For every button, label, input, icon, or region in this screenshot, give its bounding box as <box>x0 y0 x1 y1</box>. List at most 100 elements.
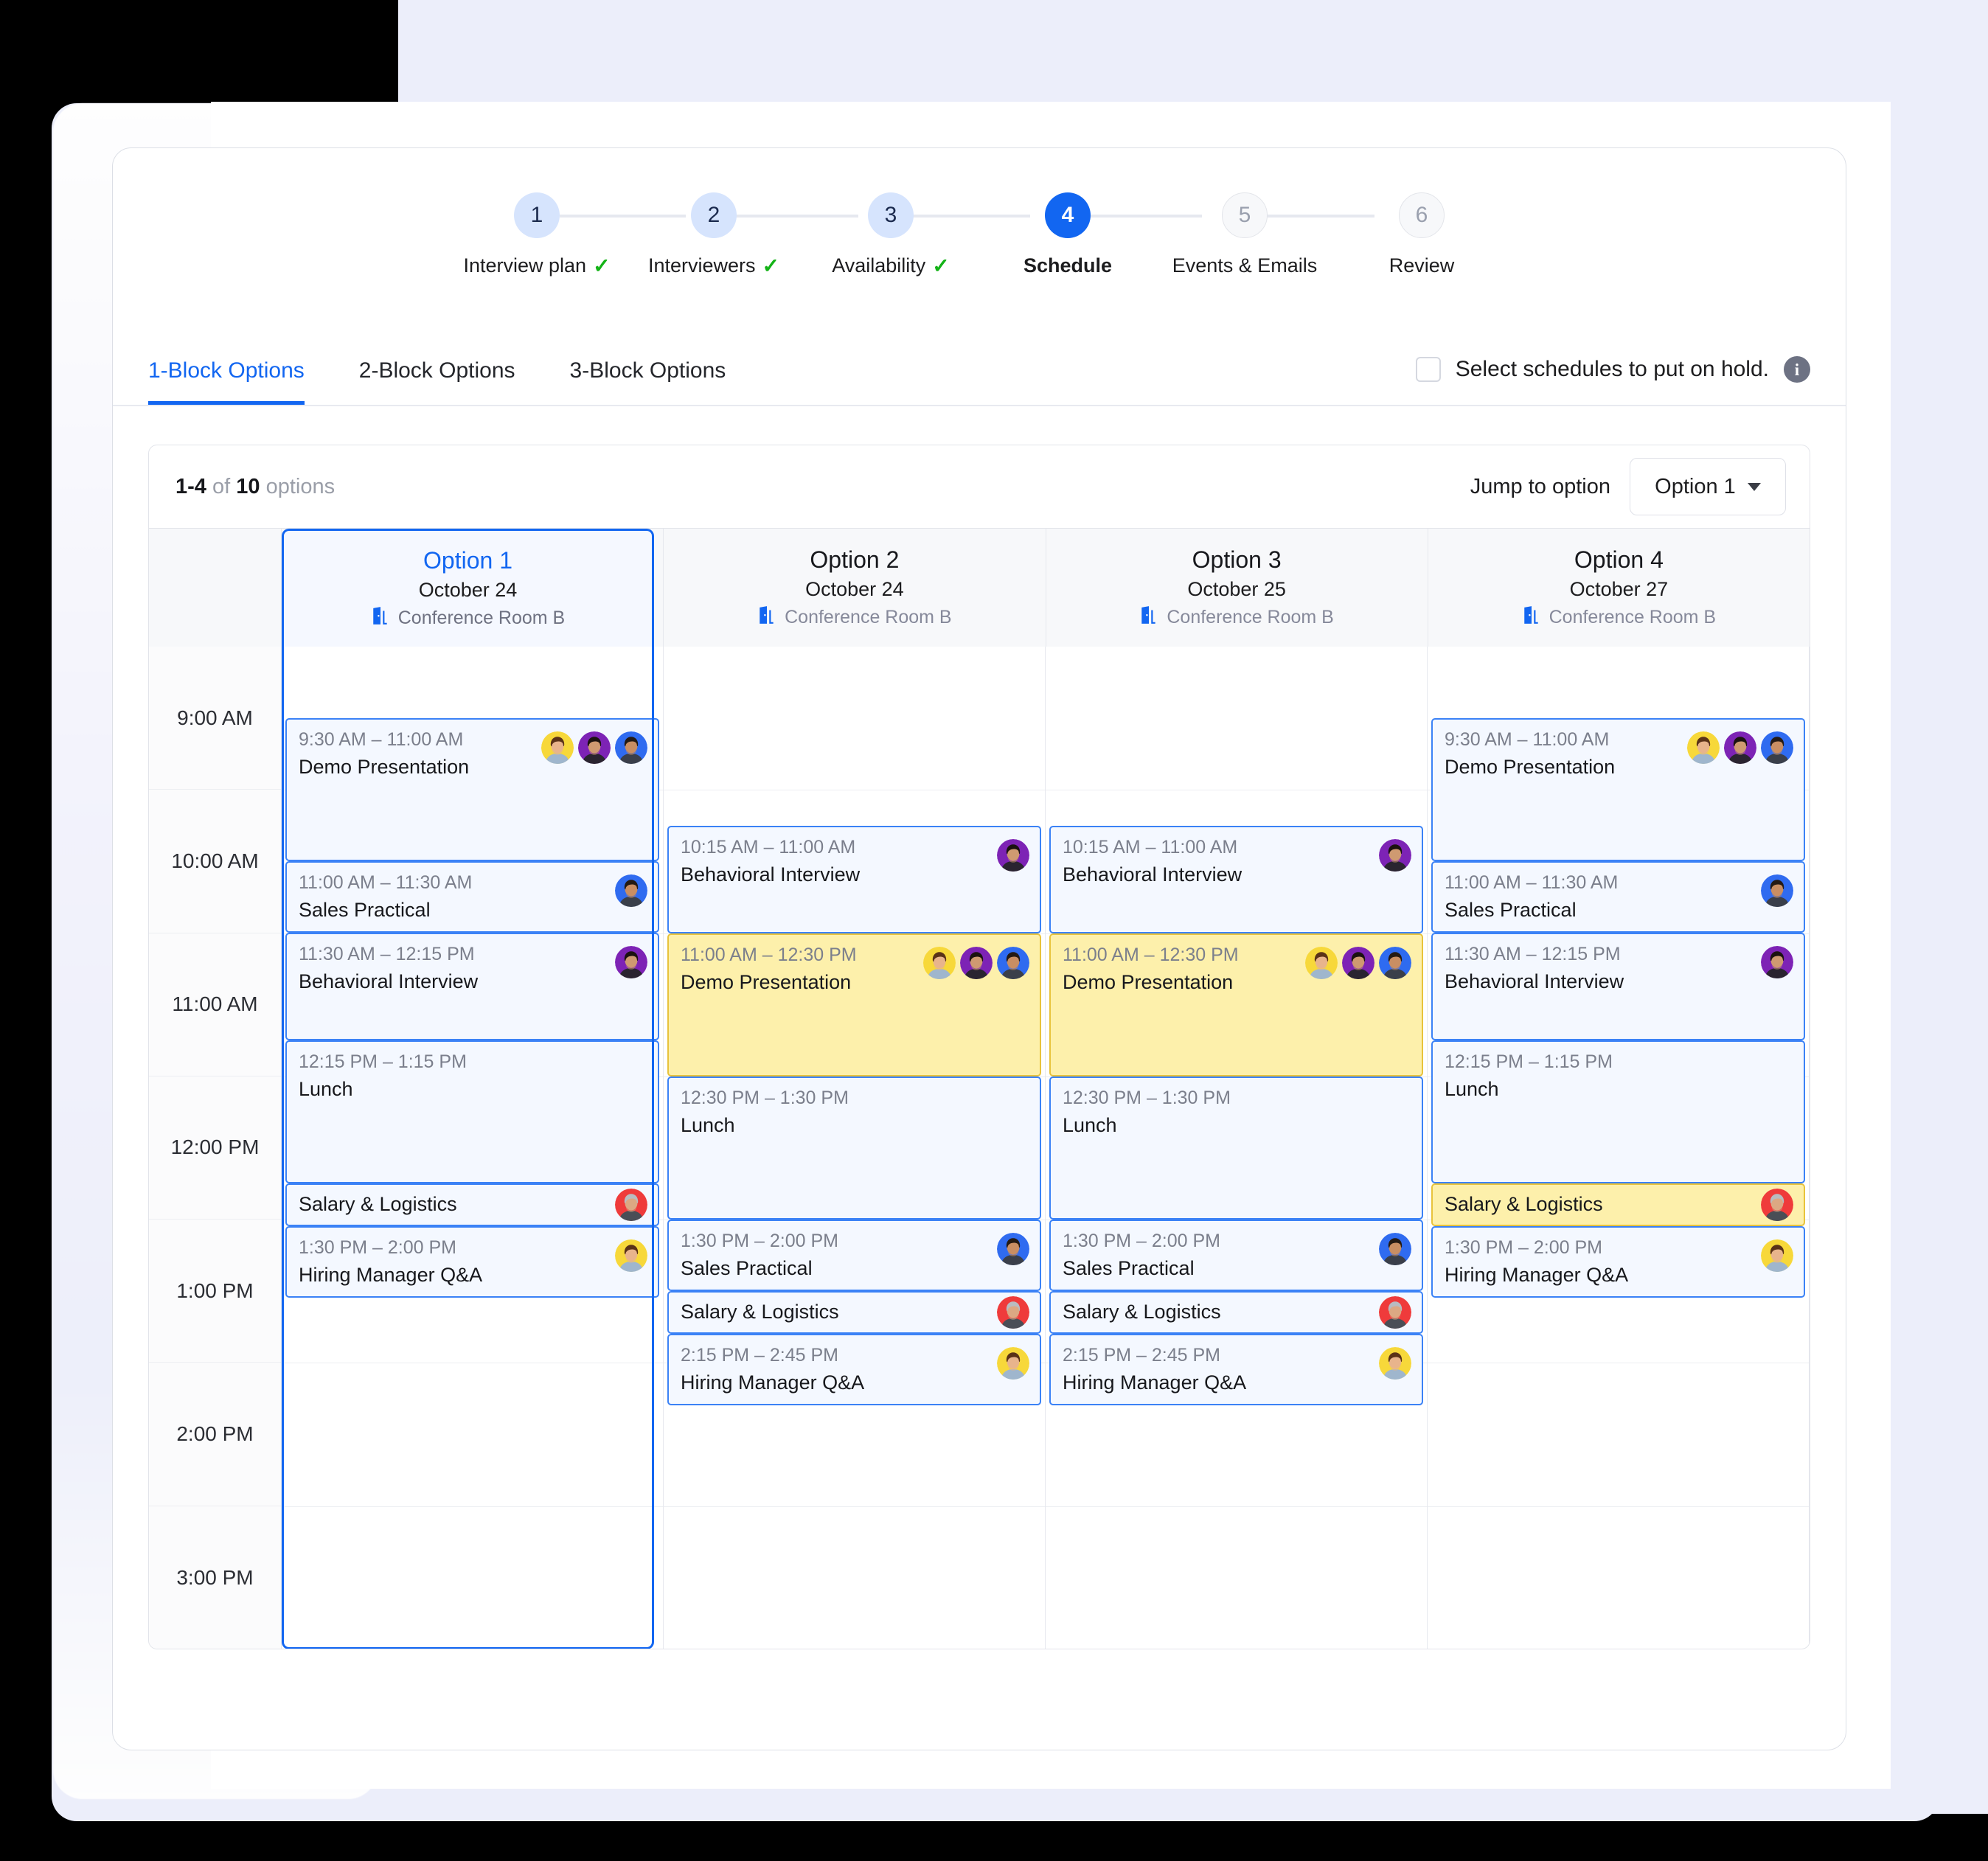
calendar-event[interactable]: 9:30 AM – 11:00 AM Demo Presentation <box>285 718 659 861</box>
avatar-purple <box>997 839 1029 872</box>
stepper-step-4[interactable]: 4 Schedule <box>994 192 1141 277</box>
stepper-label-2: Interviewers ✓ <box>648 254 779 277</box>
stepper-circle-2: 2 <box>691 192 737 238</box>
option-date: October 24 <box>418 579 518 601</box>
check-icon: ✓ <box>762 254 779 277</box>
avatar-blue <box>1379 1233 1411 1265</box>
jump-to-option-select[interactable]: Option 1 <box>1630 458 1786 515</box>
event-attendees <box>997 1296 1029 1329</box>
option-room-label: Conference Room B <box>1167 606 1334 627</box>
event-time: 12:15 PM – 1:15 PM <box>299 1051 467 1072</box>
avatar-blue <box>997 1233 1029 1265</box>
select-schedules-label: Select schedules to put on hold. <box>1455 357 1769 381</box>
avatar-blue <box>1761 874 1793 907</box>
event-time: 2:15 PM – 2:45 PM <box>1063 1345 1221 1366</box>
calendar-event[interactable]: 2:15 PM – 2:45 PM Hiring Manager Q&A <box>667 1334 1041 1405</box>
select-schedules-checkbox[interactable] <box>1415 357 1441 382</box>
time-label-2: 11:00 AM <box>149 933 281 1076</box>
avatar-purple <box>960 947 993 979</box>
calendar-event[interactable]: 11:00 AM – 12:30 PM Demo Presentation <box>1049 933 1423 1076</box>
calendar-event[interactable]: 10:15 AM – 11:00 AM Behavioral Interview <box>667 826 1041 933</box>
stepper-step-1[interactable]: 1 Interview plan ✓ <box>463 192 611 277</box>
stepper-label-4: Schedule <box>1023 254 1112 277</box>
schedule-calendar: Option 1October 24Conference Room BOptio… <box>149 528 1810 1649</box>
calendar-event[interactable]: Salary & Logistics <box>1431 1183 1805 1226</box>
calendar-event[interactable]: Salary & Logistics <box>667 1291 1041 1334</box>
stepper-step-3[interactable]: 3 Availability ✓ <box>817 192 965 277</box>
calendar-event[interactable]: 12:15 PM – 1:15 PM Lunch <box>285 1040 659 1183</box>
block-options-tabbar: 1-Block Options 2-Block Options 3-Block Op… <box>113 330 1846 406</box>
options-of: of <box>212 474 231 498</box>
stepper-label-text: Interviewers <box>647 254 756 276</box>
stepper-step-2[interactable]: 2 Interviewers ✓ <box>640 192 788 277</box>
calendar-event[interactable]: 11:30 AM – 12:15 PM Behavioral Interview <box>285 933 659 1040</box>
avatar-purple <box>615 946 647 978</box>
event-title: Behavioral Interview <box>1445 970 1624 993</box>
option-column-header-2[interactable]: Option 2 October 24 Conference Room B <box>664 529 1046 647</box>
event-attendees <box>1379 1347 1411 1380</box>
event-title: Lunch <box>299 1078 353 1101</box>
option-column-3[interactable]: 10:15 AM – 11:00 AM Behavioral Interview 1… <box>1046 647 1428 1649</box>
calendar-event[interactable]: 12:30 PM – 1:30 PM Lunch <box>667 1076 1041 1220</box>
event-time: 12:30 PM – 1:30 PM <box>1063 1088 1231 1108</box>
calendar-event[interactable]: 11:00 AM – 11:30 AM Sales Practical <box>285 861 659 933</box>
jump-to-option-group: Jump to option Option 1 <box>1470 458 1786 515</box>
event-title: Behavioral Interview <box>681 863 861 886</box>
calendar-event[interactable]: Salary & Logistics <box>285 1183 659 1226</box>
calendar-event[interactable]: 1:30 PM – 2:00 PM Hiring Manager Q&A <box>1431 1226 1805 1298</box>
event-title: Salary & Logistics <box>299 1193 457 1216</box>
option-column-1[interactable]: 9:30 AM – 11:00 AM Demo Presentation 11:00… <box>282 647 664 1649</box>
option-column-4[interactable]: 9:30 AM – 11:00 AM Demo Presentation 11:00… <box>1428 647 1810 1649</box>
avatar-red <box>997 1296 1029 1329</box>
event-title: Salary & Logistics <box>1063 1301 1221 1323</box>
jump-to-option-value: Option 1 <box>1655 474 1736 498</box>
option-column-header-4[interactable]: Option 4 October 27 Conference Room B <box>1428 529 1810 647</box>
stepper-label-text: Review <box>1389 254 1455 276</box>
calendar-event[interactable]: 1:30 PM – 2:00 PM Sales Practical <box>667 1220 1041 1291</box>
event-title: Behavioral Interview <box>1063 863 1242 886</box>
stepper-step-5[interactable]: 5 Events & Emails <box>1171 192 1318 277</box>
put-on-hold-control[interactable]: Select schedules to put on hold. i <box>1415 356 1810 383</box>
event-time: 10:15 AM – 11:00 AM <box>681 837 856 858</box>
event-attendees <box>1761 946 1793 978</box>
calendar-event[interactable]: Salary & Logistics <box>1049 1291 1423 1334</box>
option-date: October 27 <box>1569 577 1669 600</box>
options-panel-toolbar: 1-4 of 10 options Jump to option Option … <box>149 445 1810 528</box>
calendar-event[interactable]: 12:30 PM – 1:30 PM Lunch <box>1049 1076 1423 1220</box>
event-title: Lunch <box>681 1114 735 1137</box>
calendar-event[interactable]: 12:15 PM – 1:15 PM Lunch <box>1431 1040 1805 1183</box>
event-attendees <box>997 839 1029 872</box>
info-icon[interactable]: i <box>1784 356 1810 383</box>
calendar-event[interactable]: 1:30 PM – 2:00 PM Hiring Manager Q&A <box>285 1226 659 1298</box>
event-attendees <box>923 947 1029 979</box>
option-room: Conference Room B <box>1522 605 1716 630</box>
avatar-purple <box>1724 731 1756 764</box>
event-time: 12:30 PM – 1:30 PM <box>681 1088 849 1108</box>
event-title: Sales Practical <box>1445 899 1577 922</box>
calendar-event[interactable]: 11:30 AM – 12:15 PM Behavioral Interview <box>1431 933 1805 1040</box>
stepper-label-6: Review <box>1389 254 1455 277</box>
option-column-2[interactable]: 10:15 AM – 11:00 AM Behavioral Interview 1… <box>664 647 1046 1649</box>
hour-gridline <box>1428 1506 1809 1507</box>
tab-3-block-options[interactable]: 3-Block Options <box>570 358 726 405</box>
calendar-event[interactable]: 10:15 AM – 11:00 AM Behavioral Interview <box>1049 826 1423 933</box>
check-icon: ✓ <box>593 254 611 277</box>
option-column-header-selected[interactable]: Option 1 October 24 Conference Room B <box>282 529 654 647</box>
calendar-event[interactable]: 1:30 PM – 2:00 PM Sales Practical <box>1049 1220 1423 1291</box>
chevron-down-icon <box>1747 482 1761 491</box>
calendar-event[interactable]: 11:00 AM – 12:30 PM Demo Presentation <box>667 933 1041 1076</box>
tab-2-block-options[interactable]: 2-Block Options <box>359 358 515 405</box>
stepper-step-6[interactable]: 6 Review <box>1348 192 1495 277</box>
event-attendees <box>1761 1239 1793 1272</box>
calendar-event[interactable]: 9:30 AM – 11:00 AM Demo Presentation <box>1431 718 1805 861</box>
option-column-header-3[interactable]: Option 3 October 25 Conference Room B <box>1046 529 1428 647</box>
calendar-event[interactable]: 2:15 PM – 2:45 PM Hiring Manager Q&A <box>1049 1334 1423 1405</box>
calendar-event[interactable]: 11:00 AM – 11:30 AM Sales Practical <box>1431 861 1805 933</box>
tab-1-block-options[interactable]: 1-Block Options <box>148 358 305 405</box>
event-title: Hiring Manager Q&A <box>1063 1371 1247 1394</box>
avatar-blue <box>1761 731 1793 764</box>
avatar-yellow <box>997 1347 1029 1380</box>
event-attendees <box>1379 1296 1411 1329</box>
event-attendees <box>541 731 647 764</box>
event-attendees <box>615 1239 647 1272</box>
